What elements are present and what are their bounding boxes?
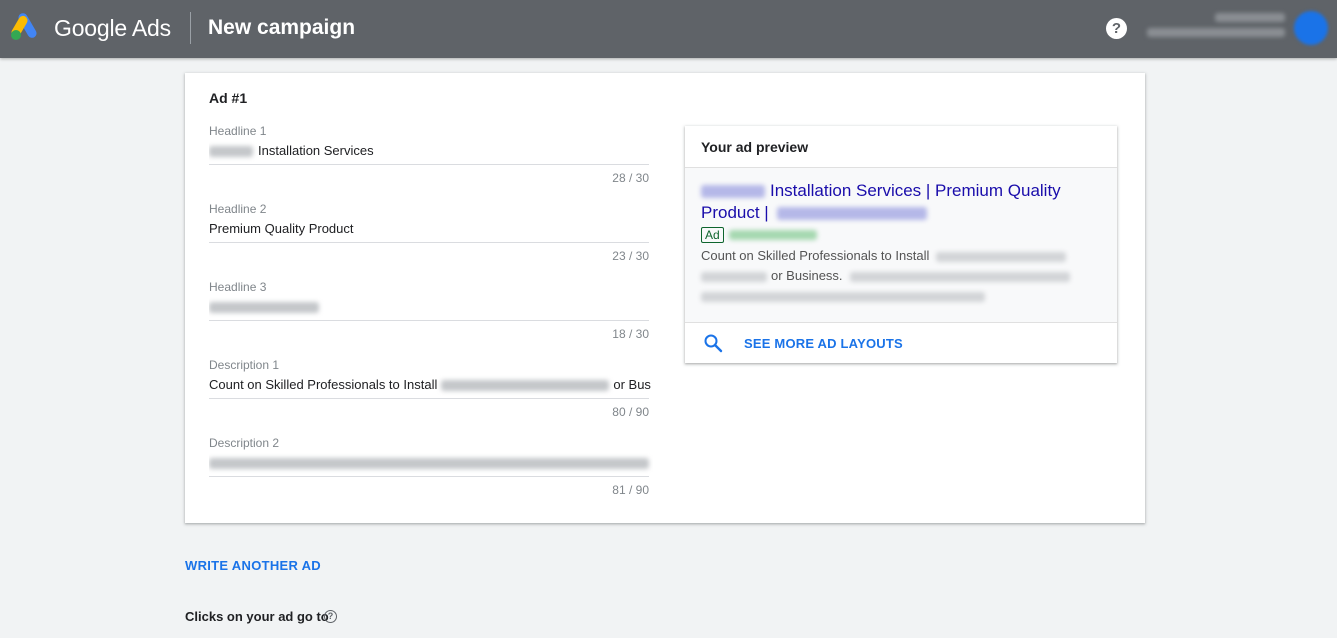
write-another-ad-button[interactable]: WRITE ANOTHER AD (185, 558, 321, 573)
ad-badge: Ad (701, 227, 724, 243)
ad-editor-card: Ad #1 Headline 1 Installation Services 2… (185, 73, 1145, 523)
ad-preview-title: Your ad preview (701, 139, 809, 155)
search-icon (704, 334, 723, 353)
field-label: Headline 3 (209, 280, 267, 294)
clicks-destination-label: Clicks on your ad go to (185, 609, 329, 624)
redacted-text (935, 251, 1066, 262)
redacted-text (209, 302, 319, 314)
headline-1-field[interactable]: Headline 1 Installation Services 28 / 30 (209, 124, 649, 185)
redacted-text (701, 185, 765, 199)
char-count: 28 / 30 (612, 171, 649, 185)
field-label: Headline 1 (209, 124, 267, 138)
redacted-text (701, 271, 767, 282)
ad-preview-body: Installation Services | Premium Quality … (685, 168, 1117, 323)
preview-description: Count on Skilled Professionals to Instal… (701, 246, 1101, 306)
field-label: Description 1 (209, 358, 280, 372)
description-1-field[interactable]: Description 1 Count on Skilled Professio… (209, 358, 651, 419)
field-underline (209, 242, 649, 243)
redacted-text (701, 291, 985, 302)
field-underline (209, 476, 649, 477)
field-underline (209, 164, 649, 165)
brand-name: Google Ads (54, 15, 171, 41)
ad-title: Ad #1 (209, 90, 248, 106)
char-count: 23 / 30 (612, 249, 649, 263)
char-count: 81 / 90 (612, 483, 649, 497)
headline-2-field[interactable]: Headline 2 Premium Quality Product 23 / … (209, 202, 649, 263)
redacted-text (777, 207, 928, 221)
help-circle-icon[interactable]: ? (324, 610, 337, 623)
google-ads-logo-icon[interactable] (10, 13, 42, 41)
description-2-field[interactable]: Description 2 81 / 90 (209, 436, 649, 497)
headline-2-input[interactable]: Premium Quality Product (209, 217, 653, 241)
account-email-redacted (1147, 28, 1285, 37)
avatar[interactable] (1294, 11, 1328, 45)
headline-1-input[interactable]: Installation Services (209, 139, 653, 163)
char-count: 18 / 30 (612, 327, 649, 341)
redacted-text (209, 146, 253, 158)
top-app-bar: Google Ads New campaign ? (0, 0, 1337, 58)
see-more-ad-layouts-button[interactable]: SEE MORE AD LAYOUTS (685, 323, 1117, 363)
char-count: 80 / 90 (612, 405, 649, 419)
preview-display-url-redacted (729, 230, 817, 240)
description-1-input[interactable]: Count on Skilled Professionals to Instal… (209, 373, 653, 397)
redacted-text (209, 458, 649, 470)
field-underline (209, 398, 649, 399)
ad-preview-header: Your ad preview (685, 126, 1117, 168)
header-divider (190, 12, 191, 44)
field-underline (209, 320, 649, 321)
field-label: Headline 2 (209, 202, 267, 216)
headline-3-field[interactable]: Headline 3 18 / 30 (209, 280, 649, 341)
redacted-text (850, 271, 1071, 282)
field-label: Description 2 (209, 436, 280, 450)
see-more-ad-layouts-label: SEE MORE AD LAYOUTS (744, 336, 903, 351)
page-title: New campaign (208, 16, 356, 39)
account-info[interactable] (1142, 11, 1287, 43)
headline-3-input[interactable] (209, 295, 653, 319)
help-icon[interactable]: ? (1106, 18, 1127, 39)
account-id-redacted (1215, 13, 1285, 22)
ad-preview-card: Your ad preview Installation Services | … (685, 126, 1117, 363)
description-2-input[interactable] (209, 451, 653, 475)
preview-headline[interactable]: Installation Services | Premium Quality … (701, 180, 1101, 224)
redacted-text (441, 380, 610, 392)
